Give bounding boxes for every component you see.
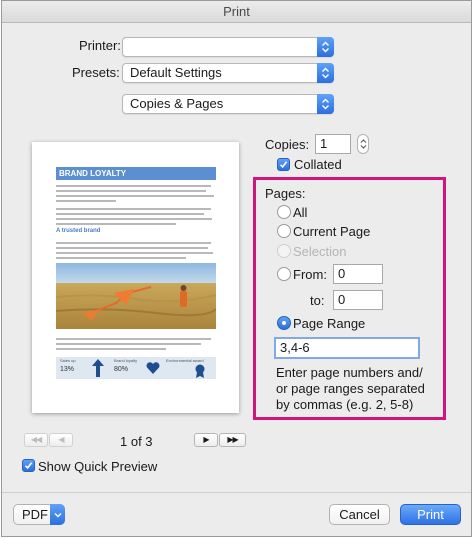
radio-current-page-label: Current Page [293,224,371,239]
radio-current-page[interactable] [277,224,291,238]
window-title: Print [2,1,471,23]
page-range-hint-line-1: Enter page numbers and/ [276,365,423,380]
from-field[interactable]: 0 [333,264,383,284]
preview-stat-award-label: Environmental award [166,358,204,363]
printer-label: Printer: [79,38,121,53]
page-range-hint-line-3: by commas (e.g. 2, 5-8) [276,397,414,412]
collated-checkbox[interactable] [277,158,290,171]
printer-select[interactable] [122,37,334,57]
checkmark-icon [279,161,288,169]
updown-arrows-icon [317,94,334,114]
checkmark-icon [24,462,33,470]
chevron-down-icon [50,504,65,525]
preview-stat-sales-value: 13% [60,366,75,373]
section-select[interactable]: Copies & Pages [122,94,334,114]
previous-page-button[interactable]: ◀ [49,433,73,447]
radio-selection[interactable] [277,244,291,258]
print-dialog: Print Printer: Presets: Default Settings… [1,0,472,537]
preview-stat-loyalty-value: 80% [114,366,129,373]
heart-icon [146,362,160,374]
page-indicator: 1 of 3 [120,434,153,449]
stepper-arrows-icon [360,139,366,149]
radio-from-label: From: [293,267,327,282]
next-page-button[interactable]: ▶ [194,433,218,447]
page-preview: BRAND LOYALTY A trusted brand Sales up 1… [32,142,239,413]
to-field[interactable]: 0 [333,290,383,310]
radio-page-range-label: Page Range [293,316,366,331]
first-page-button[interactable]: ◀◀ [24,433,48,447]
radio-from[interactable] [277,267,291,281]
updown-arrows-icon [317,63,334,83]
collated-label: Collated [294,157,342,172]
preview-field-photo [56,263,216,329]
presets-label: Presets: [72,65,120,80]
radio-all-label: All [293,205,308,220]
radio-page-range[interactable] [277,316,291,330]
pages-title: Pages: [265,186,306,201]
pdf-label: PDF [22,507,48,522]
last-page-button[interactable]: ▶▶ [219,433,246,447]
award-icon [195,364,205,378]
pdf-menu-button[interactable]: PDF [13,504,65,525]
page-range-hint-line-2: or page ranges separated [276,381,425,396]
section-value: Copies & Pages [130,96,224,111]
updown-arrows-icon [317,37,334,57]
radio-all[interactable] [277,205,291,219]
cancel-button[interactable]: Cancel [329,504,390,525]
copies-stepper[interactable] [357,134,369,154]
presets-select[interactable]: Default Settings [122,63,334,83]
to-label: to: [310,293,325,308]
show-quick-preview-checkbox[interactable] [22,459,35,472]
radio-selection-label: Selection [293,244,347,259]
preview-stat-loyalty-label: Brand loyalty [114,358,138,363]
copies-label: Copies: [265,137,310,152]
print-button[interactable]: Print [400,504,461,525]
footer-divider [2,492,471,493]
show-quick-preview-label: Show Quick Preview [38,459,158,474]
preview-stat-sales-label: Sales up [60,358,76,363]
arrow-up-icon [92,359,104,377]
presets-value: Default Settings [130,65,222,80]
page-range-field[interactable]: 3,4-6 [274,337,420,359]
copies-field[interactable]: 1 [315,134,351,154]
preview-subheading: A trusted brand [56,228,101,234]
